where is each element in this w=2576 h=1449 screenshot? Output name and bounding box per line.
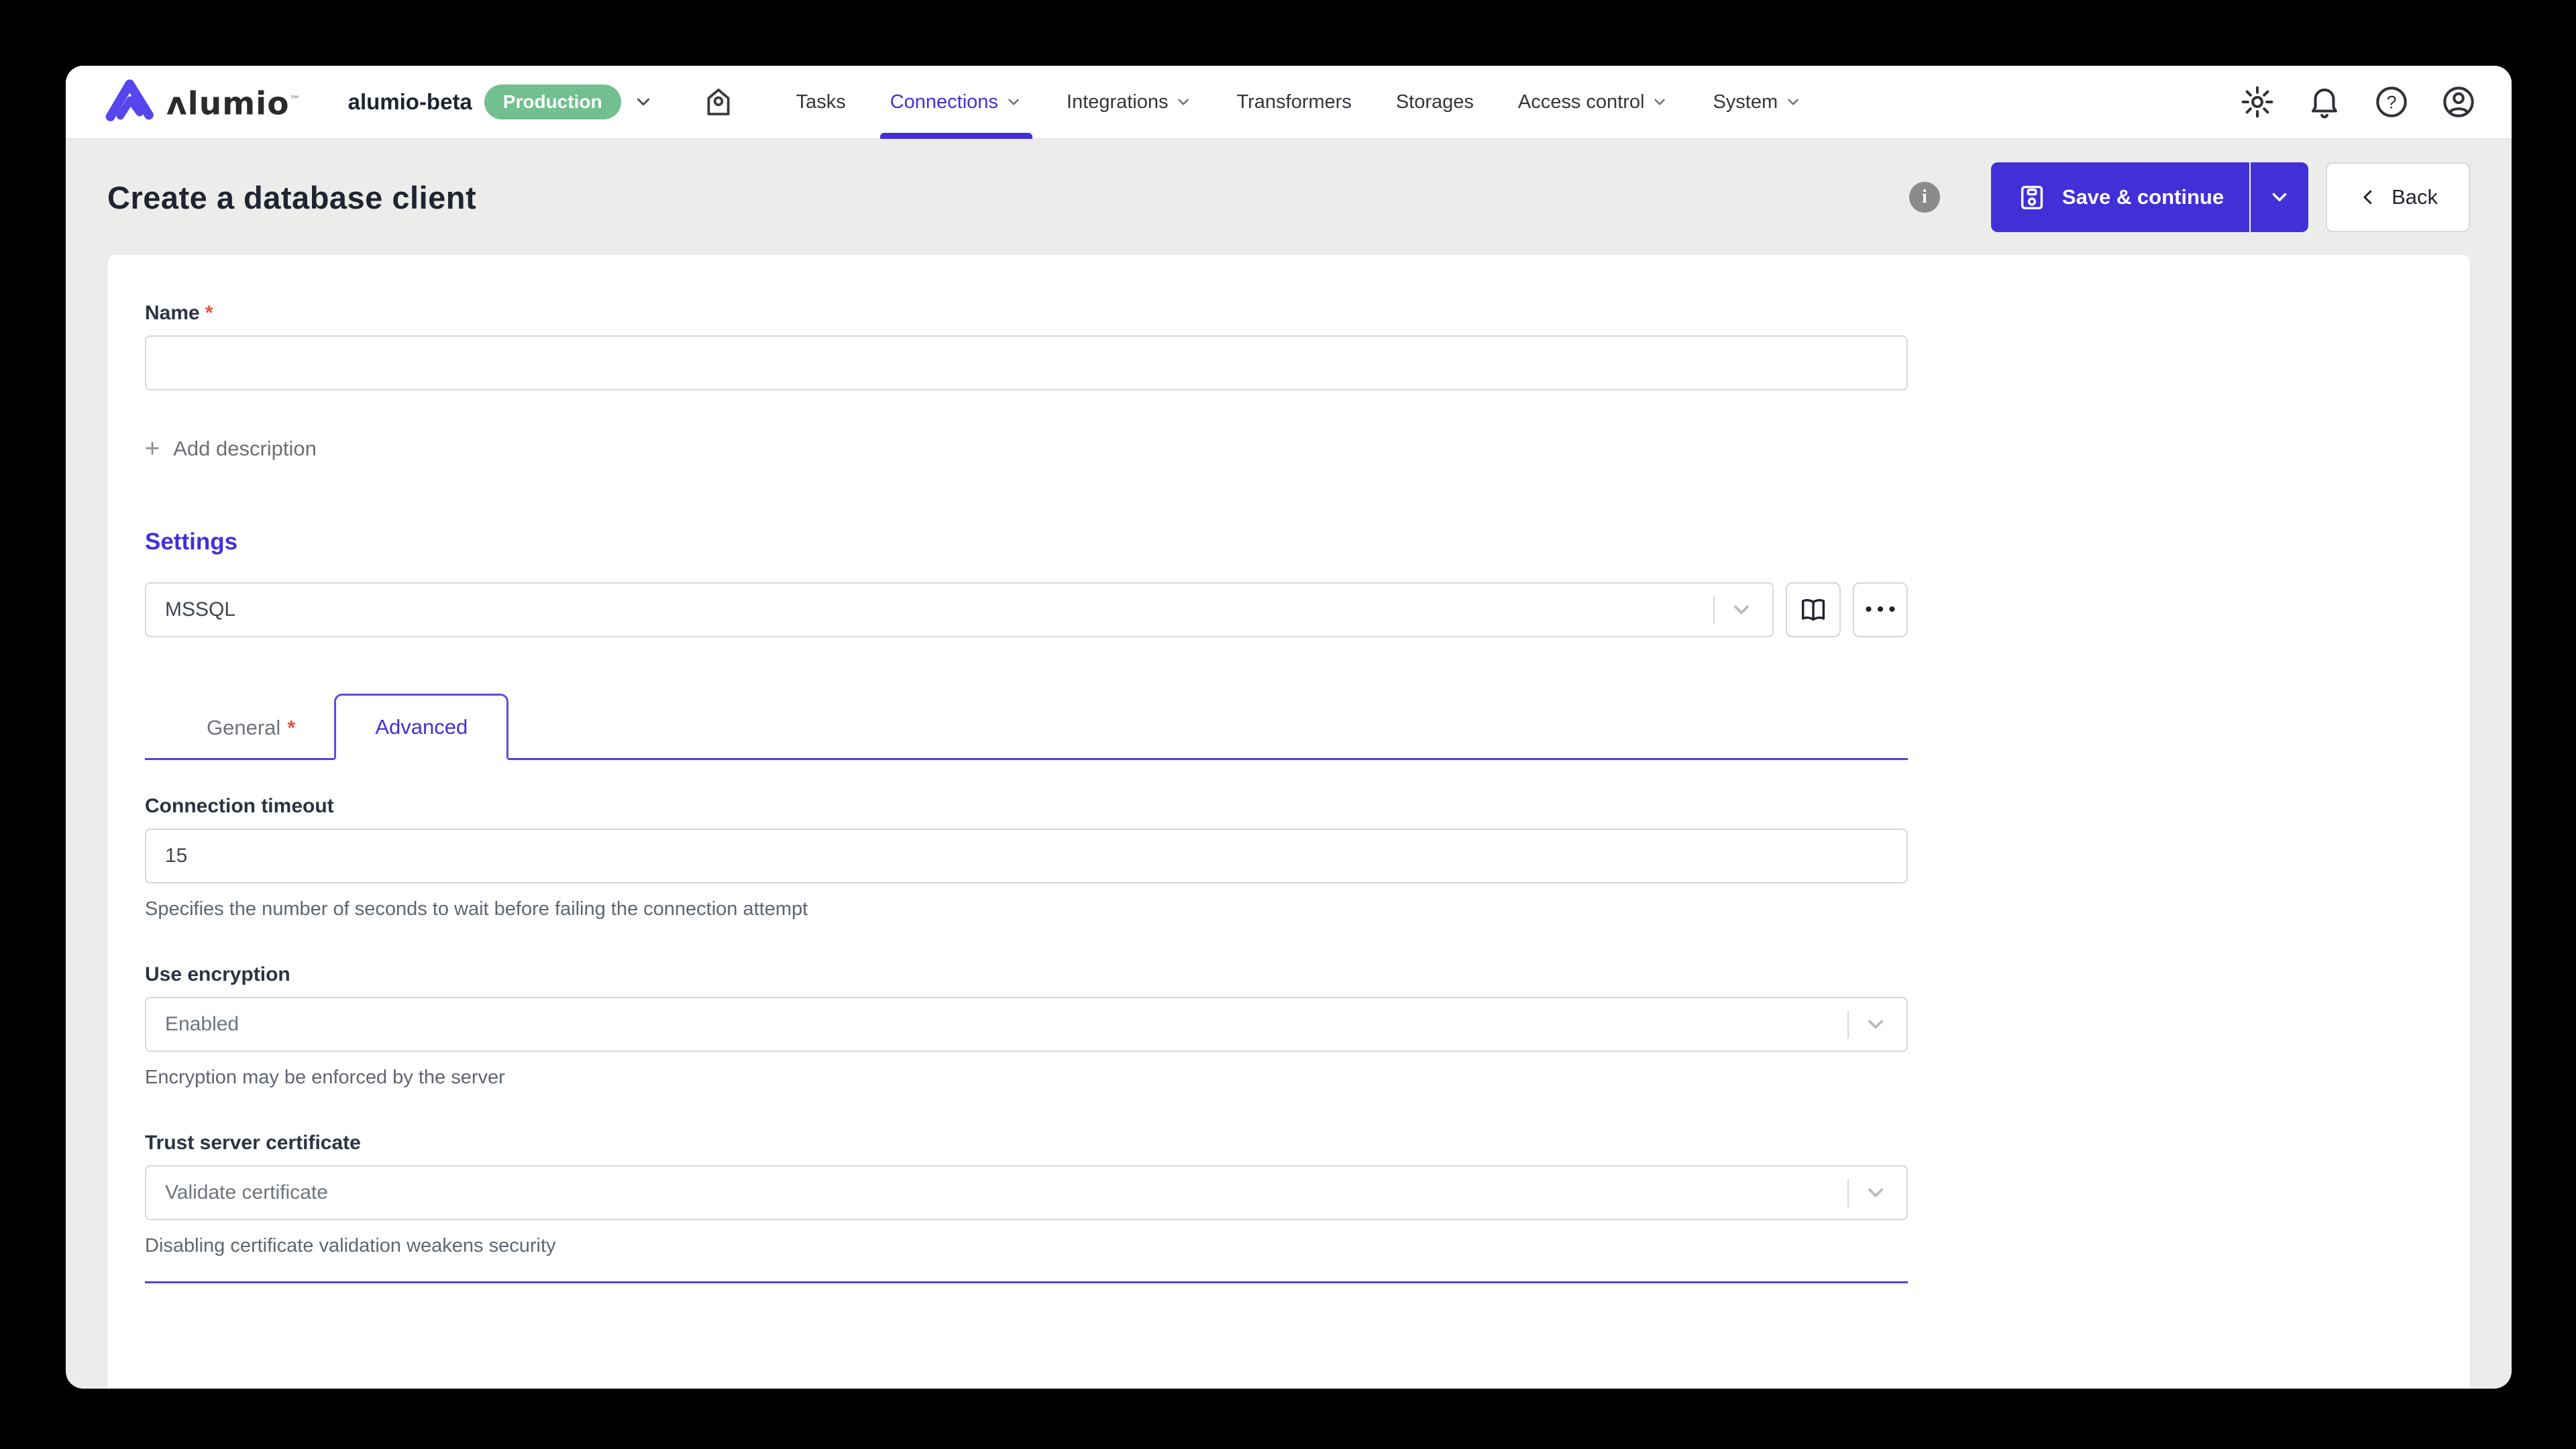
user-avatar-icon (2443, 87, 2474, 117)
chevron-down-icon (1651, 93, 1668, 111)
main-nav: Tasks Connections Integrations Transform… (774, 66, 1825, 139)
book-icon (1801, 598, 1825, 621)
trust-certificate-helper: Disabling certificate validation weakens… (145, 1235, 556, 1256)
advanced-tab-panel: Connection timeout Specifies the number … (145, 760, 1908, 1283)
alumio-logo: ʌlumio™ (101, 73, 301, 131)
name-label: Name * (145, 302, 213, 324)
environment-name: alumio-beta (347, 89, 472, 114)
home-icon (707, 89, 730, 115)
chevron-down-icon (633, 92, 653, 112)
page-header: Create a database client i Save & contin… (66, 140, 2512, 255)
trust-certificate-select[interactable]: Validate certificate (145, 1165, 1908, 1220)
save-options-dropdown[interactable] (2251, 162, 2309, 232)
topbar-icon-group: ? (2239, 84, 2477, 120)
chevron-left-icon (2363, 190, 2372, 205)
gear-icon (2241, 86, 2273, 118)
chevron-down-icon (1729, 598, 1754, 622)
chevron-down-icon (1864, 1181, 1888, 1205)
save-continue-button[interactable]: Save & continue (1990, 162, 2250, 232)
back-button[interactable]: Back (2326, 162, 2470, 232)
question-mark-icon: ? (2376, 87, 2407, 117)
connection-timeout-input[interactable] (145, 828, 1908, 883)
required-asterisk: * (205, 302, 213, 324)
trust-certificate-label: Trust server certificate (145, 1132, 361, 1154)
save-split-button: Save & continue (1990, 162, 2309, 232)
connection-timeout-label: Connection timeout (145, 795, 334, 817)
trademark-mark: ™ (289, 93, 301, 106)
connection-timeout-helper: Specifies the number of seconds to wait … (145, 898, 808, 920)
chevron-down-icon (1864, 1012, 1888, 1036)
more-options-button[interactable]: ••• (1853, 582, 1908, 637)
save-floppy-icon (2021, 185, 2043, 210)
use-encryption-helper: Encryption may be enforced by the server (145, 1067, 505, 1088)
chevron-down-icon (2272, 193, 2287, 202)
tab-advanced[interactable]: Advanced (334, 694, 509, 760)
select-divider (1847, 1010, 1849, 1038)
trust-certificate-group: Trust server certificate Validate certif… (145, 1132, 1908, 1257)
use-encryption-label: Use encryption (145, 963, 290, 985)
use-encryption-select[interactable]: Enabled (145, 997, 1908, 1052)
nav-item-tasks[interactable]: Tasks (774, 66, 868, 139)
nav-item-transformers[interactable]: Transformers (1214, 66, 1373, 139)
home-environment-button[interactable] (700, 84, 737, 120)
logo-wordmark: ʌlumio™ (166, 85, 301, 123)
create-client-form-card: Name* + Add description Settings MSSQL (107, 255, 2470, 1389)
help-button[interactable]: ? (2373, 84, 2410, 120)
bell-icon (2312, 88, 2337, 119)
name-input[interactable] (145, 335, 1908, 390)
notifications-button[interactable] (2306, 84, 2343, 120)
nav-item-system[interactable]: System (1690, 66, 1824, 139)
settings-tabs: General * Advanced (145, 694, 1908, 760)
documentation-button[interactable] (1786, 582, 1841, 637)
info-icon[interactable]: i (1909, 182, 1940, 213)
client-type-row: MSSQL ••• (145, 582, 1908, 637)
connection-timeout-group: Connection timeout Specifies the number … (145, 795, 1908, 920)
nav-item-connections[interactable]: Connections (868, 66, 1044, 139)
add-description-link[interactable]: + Add description (145, 436, 317, 462)
alumio-logo-icon (105, 79, 154, 121)
name-field-group: Name * (145, 302, 1908, 390)
required-asterisk: * (287, 716, 296, 739)
chevron-down-icon (1005, 93, 1022, 111)
chevron-down-icon (1175, 93, 1192, 111)
page-title: Create a database client (107, 179, 477, 215)
nav-item-integrations[interactable]: Integrations (1044, 66, 1215, 139)
environment-badge: Production (484, 85, 621, 119)
plus-icon: + (145, 435, 160, 463)
environment-switcher[interactable]: alumio-beta Production (348, 85, 653, 119)
select-divider (1713, 596, 1715, 624)
page-actions: i Save & continue Back (1909, 162, 2470, 232)
settings-gear-button[interactable] (2239, 84, 2275, 120)
client-type-select[interactable]: MSSQL (145, 582, 1774, 637)
select-divider (1847, 1179, 1849, 1207)
use-encryption-group: Use encryption Enabled Encryption may be… (145, 963, 1908, 1089)
chevron-down-icon (1784, 93, 1802, 111)
account-button[interactable] (2440, 84, 2477, 120)
nav-item-access-control[interactable]: Access control (1496, 66, 1691, 139)
nav-item-storages[interactable]: Storages (1374, 66, 1496, 139)
ellipsis-icon: ••• (1865, 598, 1900, 621)
tab-general[interactable]: General * (168, 696, 334, 760)
svg-text:?: ? (2386, 93, 2396, 113)
app-window: ʌlumio™ alumio-beta Production Tasks Con… (66, 66, 2512, 1389)
top-navigation-bar: ʌlumio™ alumio-beta Production Tasks Con… (66, 66, 2512, 140)
settings-heading: Settings (145, 529, 238, 555)
